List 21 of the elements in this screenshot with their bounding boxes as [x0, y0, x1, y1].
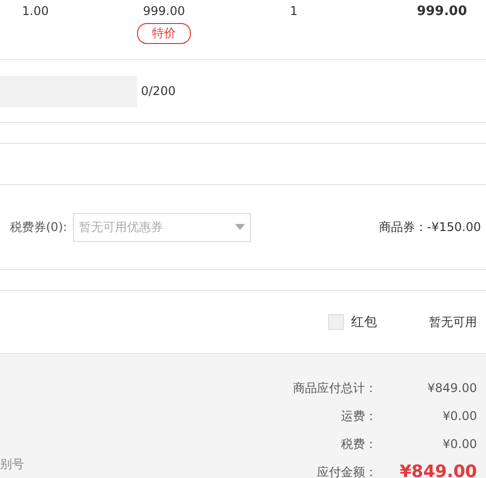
- summary-label: 运费：: [340, 408, 377, 425]
- summary-label: 商品应付总计：: [293, 380, 377, 397]
- summary-value: ¥0.00: [442, 436, 477, 453]
- gift-packet-status: 暂无可用: [429, 314, 477, 330]
- quantity: 1: [290, 4, 299, 18]
- dropdown-icon: [235, 224, 246, 230]
- unit-price: 1.00: [22, 4, 50, 18]
- summary-label: 应付金额：: [316, 464, 377, 478]
- gift-packet-checkbox[interactable]: [328, 314, 344, 330]
- summary-value: ¥0.00: [442, 408, 477, 425]
- total-amount: ¥849.00: [398, 463, 477, 478]
- goods-coupon-amount: 商品券：-¥150.00: [379, 218, 481, 236]
- tax-coupon-label: 税费券(0):: [10, 218, 68, 236]
- gift-packet-label: 红包: [351, 314, 377, 331]
- price: 999.00: [143, 4, 185, 18]
- special-price-tag: 特价: [137, 23, 191, 44]
- summary-label: 税费：: [340, 436, 377, 453]
- invoice-hint: 别号: [0, 456, 24, 473]
- subtotal: 999.00: [416, 4, 467, 19]
- summary-value: ¥849.00: [426, 380, 477, 397]
- character-counter: 0/200: [141, 84, 176, 98]
